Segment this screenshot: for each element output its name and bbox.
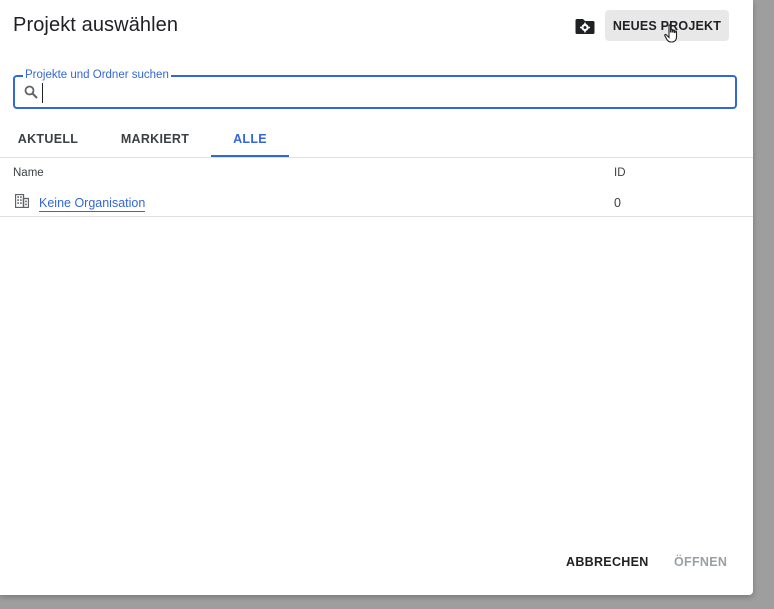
cancel-button[interactable]: ABBRECHEN xyxy=(566,552,649,572)
new-project-button[interactable]: NEUES PROJEKT xyxy=(605,10,729,41)
tab-bar: AKTUELL MARKIERT ALLE xyxy=(0,128,753,158)
tab-starred[interactable]: MARKIERT xyxy=(112,128,198,157)
tab-current[interactable]: AKTUELL xyxy=(10,128,86,157)
folder-settings-button[interactable] xyxy=(573,14,597,38)
organization-link[interactable]: Keine Organisation xyxy=(39,196,146,212)
search-label: Projekte und Ordner suchen xyxy=(23,68,171,82)
column-header-id: ID xyxy=(614,167,626,179)
tabs-divider xyxy=(0,157,753,158)
folder-gear-icon xyxy=(575,19,595,34)
search-field[interactable]: Projekte und Ordner suchen xyxy=(13,68,737,109)
dialog-title: Projekt auswählen xyxy=(13,14,179,36)
select-project-dialog: Projekt auswählen NEUES PROJEKT Projekte… xyxy=(0,0,753,595)
search-icon xyxy=(24,85,38,99)
open-button[interactable]: ÖFFNEN xyxy=(674,552,727,572)
tab-all[interactable]: ALLE xyxy=(211,128,289,157)
row-id: 0 xyxy=(614,196,621,210)
organization-icon xyxy=(15,194,29,208)
table-row: Keine Organisation 0 xyxy=(0,188,753,217)
search-input[interactable] xyxy=(42,83,722,103)
column-header-name: Name xyxy=(13,167,44,179)
